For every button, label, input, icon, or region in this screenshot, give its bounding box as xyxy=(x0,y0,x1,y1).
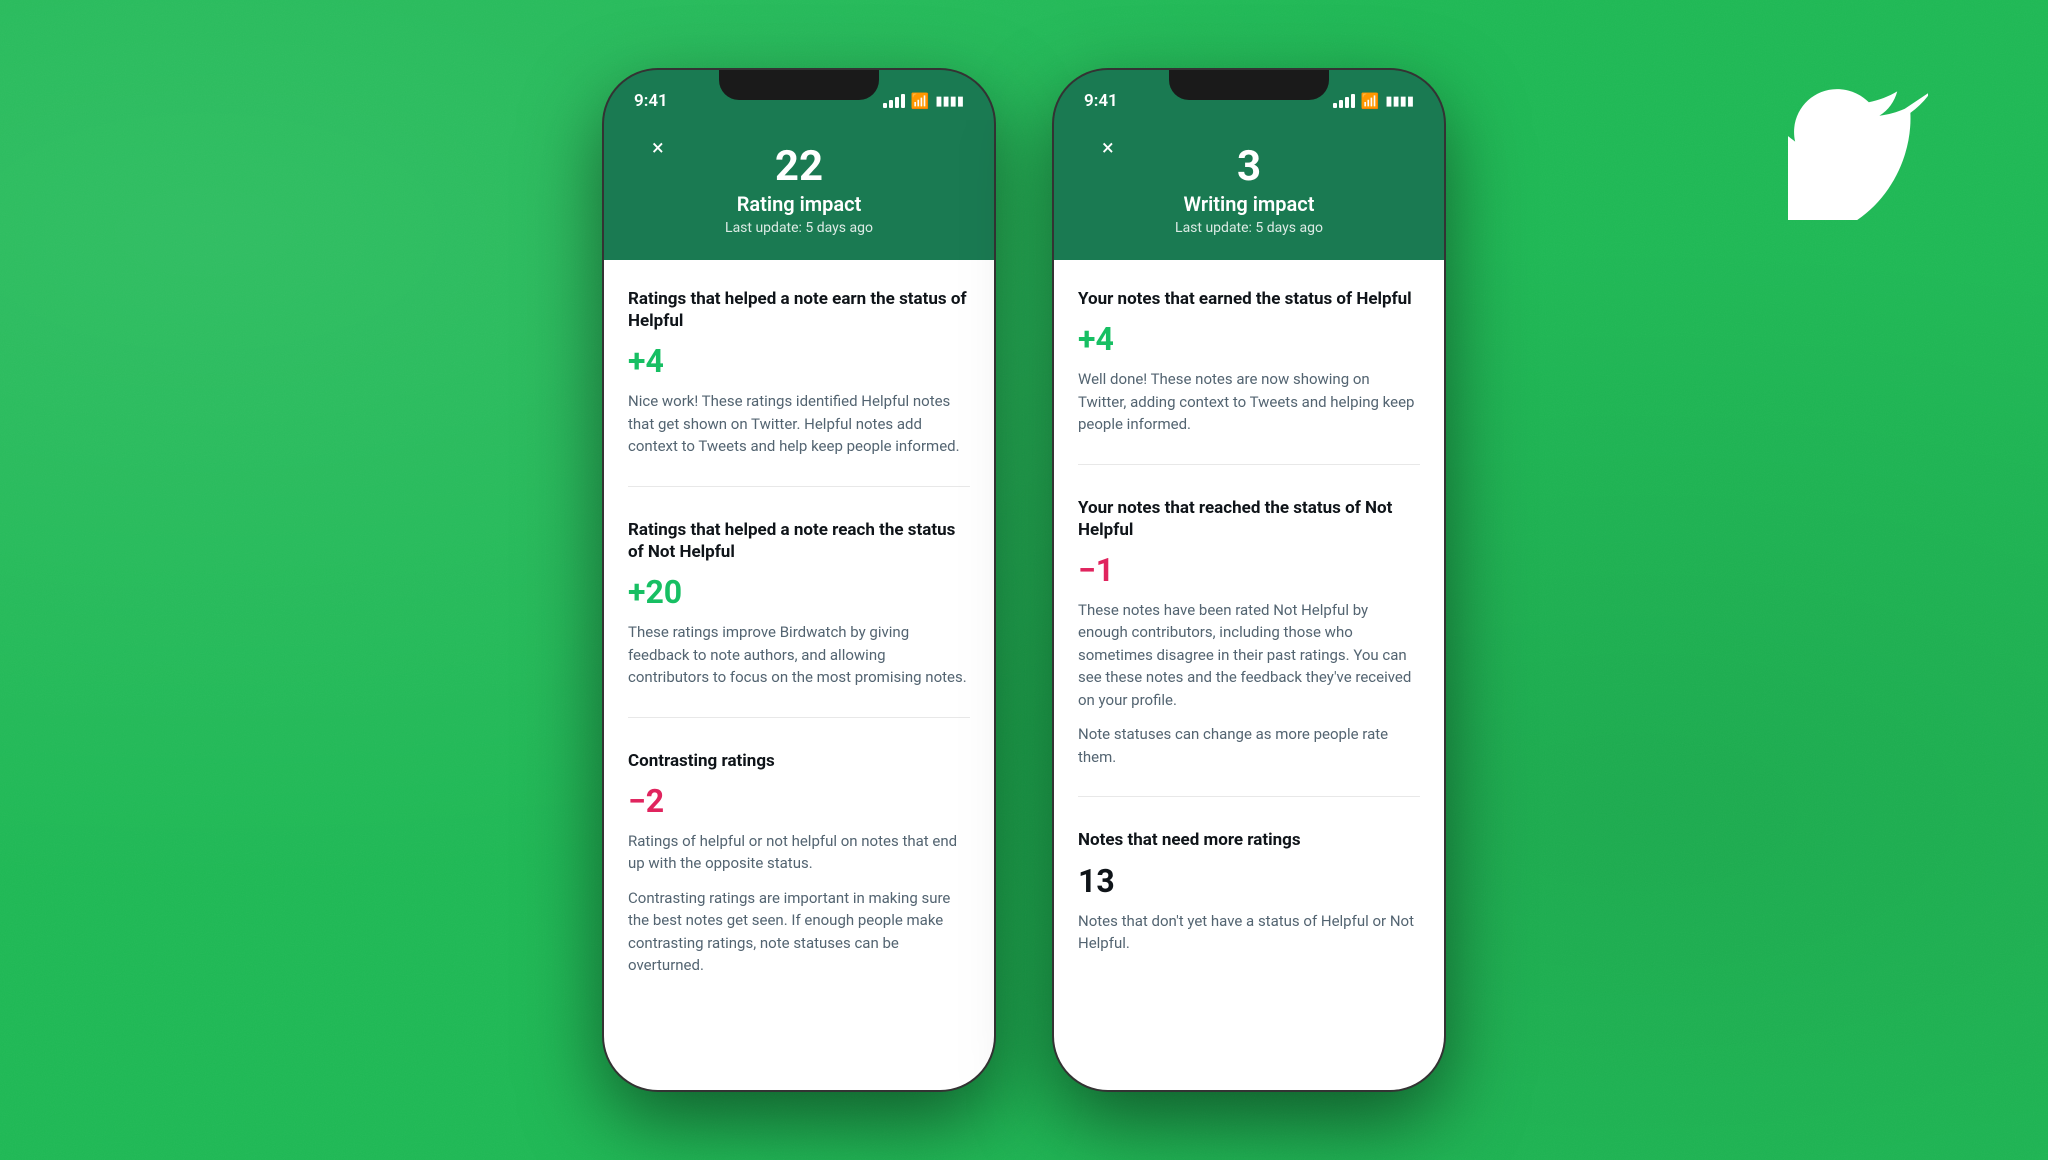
phone2-header-subtitle: Last update: 5 days ago xyxy=(1078,220,1420,236)
phone2-section1-desc: Well done! These notes are now showing o… xyxy=(1078,368,1420,436)
phone2-section2-title: Your notes that reached the status of No… xyxy=(1078,497,1420,541)
phone1-section2-value: +20 xyxy=(628,573,970,611)
wifi-icon-2: 📶 xyxy=(1361,92,1380,110)
phone-writing-impact: 9:41 📶 ▮▮▮▮ × 3 xyxy=(1054,70,1444,1090)
notch-1 xyxy=(719,70,879,100)
phone2-header: × 3 Writing impact Last update: 5 days a… xyxy=(1054,120,1444,260)
phone2-section1-value: +4 xyxy=(1078,320,1420,358)
phone1-header-number: 22 xyxy=(628,144,970,190)
phone2-section2-desc: These notes have been rated Not Helpful … xyxy=(1078,599,1420,712)
status-time-1: 9:41 xyxy=(634,91,668,111)
phone2-section3-title: Notes that need more ratings xyxy=(1078,829,1420,851)
phones-container: 9:41 📶 ▮▮▮▮ × 22 xyxy=(604,70,1444,1090)
phone2-section2-extra: Note statuses can change as more people … xyxy=(1078,723,1420,768)
phone2-header-title: Writing impact xyxy=(1078,192,1420,216)
phone1-section3-desc: Ratings of helpful or not helpful on not… xyxy=(628,830,970,875)
phone1-section1-value: +4 xyxy=(628,342,970,380)
phone1-section-3: Contrasting ratings −2 Ratings of helpfu… xyxy=(628,750,970,1005)
phone2-section3-desc: Notes that don't yet have a status of He… xyxy=(1078,910,1420,955)
phone2-content: Your notes that earned the status of Hel… xyxy=(1054,260,1444,1090)
phone1-section3-value: −2 xyxy=(628,782,970,820)
notch-2 xyxy=(1169,70,1329,100)
status-icons-1: 📶 ▮▮▮▮ xyxy=(883,92,964,110)
phone2-header-number: 3 xyxy=(1078,144,1420,190)
phone2-section3-value: 13 xyxy=(1078,862,1420,900)
status-time-2: 9:41 xyxy=(1084,91,1118,111)
status-icons-2: 📶 ▮▮▮▮ xyxy=(1333,92,1414,110)
phone1-section3-extra: Contrasting ratings are important in mak… xyxy=(628,887,970,977)
phone2-section-2: Your notes that reached the status of No… xyxy=(1078,497,1420,798)
signal-icon-2 xyxy=(1333,94,1355,108)
phone1-section1-desc: Nice work! These ratings identified Help… xyxy=(628,390,970,458)
phone1-section-1: Ratings that helped a note earn the stat… xyxy=(628,288,970,487)
phone1-header-subtitle: Last update: 5 days ago xyxy=(628,220,970,236)
battery-icon-2: ▮▮▮▮ xyxy=(1385,94,1414,109)
phone1-header: × 22 Rating impact Last update: 5 days a… xyxy=(604,120,994,260)
phone2-section-3: Notes that need more ratings 13 Notes th… xyxy=(1078,829,1420,982)
twitter-logo xyxy=(1788,80,1928,220)
phone2-close-button[interactable]: × xyxy=(1102,136,1114,161)
phone1-section3-title: Contrasting ratings xyxy=(628,750,970,772)
phone2-section-1: Your notes that earned the status of Hel… xyxy=(1078,288,1420,465)
phone1-section-2: Ratings that helped a note reach the sta… xyxy=(628,519,970,718)
phone1-section2-desc: These ratings improve Birdwatch by givin… xyxy=(628,621,970,689)
signal-icon-1 xyxy=(883,94,905,108)
phone2-section1-title: Your notes that earned the status of Hel… xyxy=(1078,288,1420,310)
phone2-section2-value: −1 xyxy=(1078,551,1420,589)
wifi-icon-1: 📶 xyxy=(911,92,930,110)
phone1-close-button[interactable]: × xyxy=(652,136,664,161)
phone1-section2-title: Ratings that helped a note reach the sta… xyxy=(628,519,970,563)
phone-rating-impact: 9:41 📶 ▮▮▮▮ × 22 xyxy=(604,70,994,1090)
phone1-content: Ratings that helped a note earn the stat… xyxy=(604,260,994,1090)
phone1-header-title: Rating impact xyxy=(628,192,970,216)
phone1-section1-title: Ratings that helped a note earn the stat… xyxy=(628,288,970,332)
battery-icon-1: ▮▮▮▮ xyxy=(935,94,964,109)
